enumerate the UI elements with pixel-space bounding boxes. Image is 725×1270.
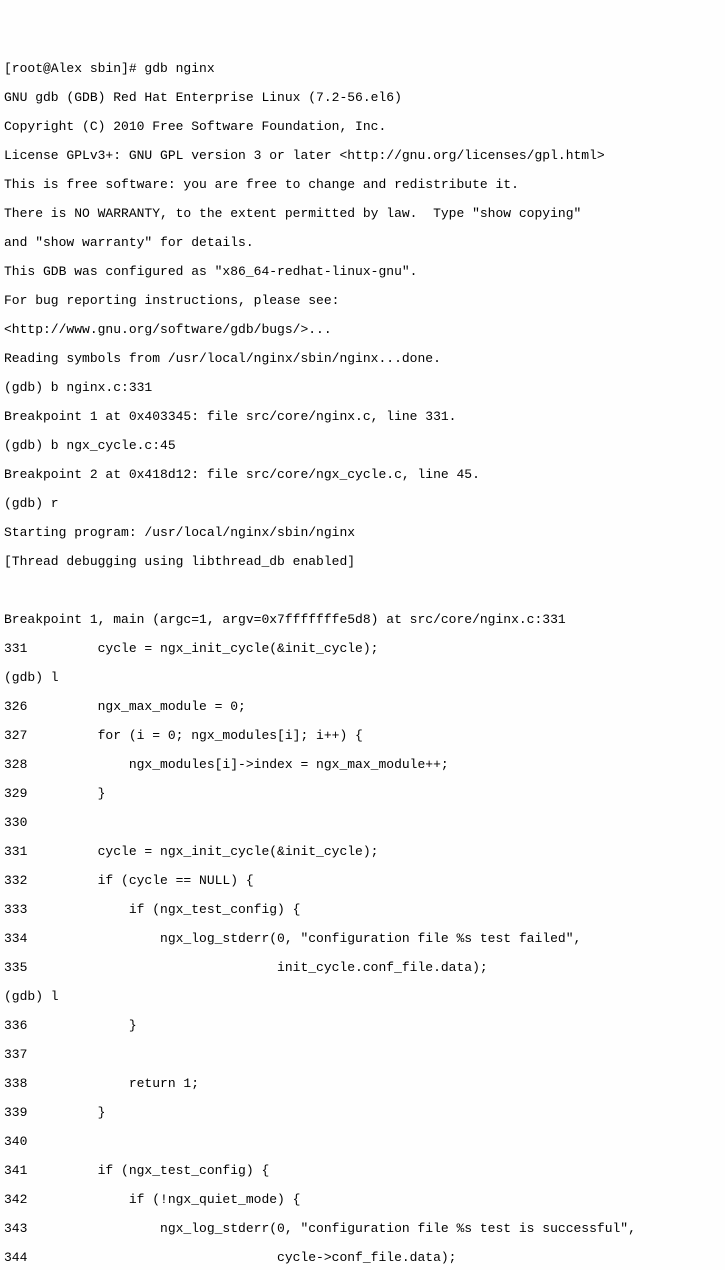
gdb-session-line: 332 if (cycle == NULL) { — [4, 873, 254, 888]
gdb-session-line: (gdb) b nginx.c:331 — [4, 380, 152, 395]
gdb-session-line: Starting program: /usr/local/nginx/sbin/… — [4, 525, 355, 540]
gdb-session-line: Breakpoint 1, main (argc=1, argv=0x7ffff… — [4, 612, 566, 627]
gdb-session-line: 330 — [4, 815, 27, 830]
gdb-session-line: (gdb) l — [4, 989, 59, 1004]
gdb-banner-line: This GDB was configured as "x86_64-redha… — [4, 264, 417, 279]
gdb-banner-line: For bug reporting instructions, please s… — [4, 293, 339, 308]
gdb-banner-line: License GPLv3+: GNU GPL version 3 or lat… — [4, 148, 605, 163]
gdb-banner-line: and "show warranty" for details. — [4, 235, 254, 250]
gdb-session-line: 326 ngx_max_module = 0; — [4, 699, 246, 714]
gdb-banner-line: <http://www.gnu.org/software/gdb/bugs/>.… — [4, 322, 332, 337]
gdb-session-line: 341 if (ngx_test_config) { — [4, 1163, 269, 1178]
gdb-session-line: (gdb) b ngx_cycle.c:45 — [4, 438, 176, 453]
gdb-session-line: Breakpoint 2 at 0x418d12: file src/core/… — [4, 467, 480, 482]
gdb-session-line: (gdb) l — [4, 670, 59, 685]
gdb-session-line: 331 cycle = ngx_init_cycle(&init_cycle); — [4, 844, 378, 859]
gdb-session-line: (gdb) r — [4, 496, 59, 511]
gdb-session-line: 327 for (i = 0; ngx_modules[i]; i++) { — [4, 728, 363, 743]
gdb-session-line: 343 ngx_log_stderr(0, "configuration fil… — [4, 1221, 636, 1236]
gdb-session-line: [Thread debugging using libthread_db ena… — [4, 554, 355, 569]
gdb-session-line: 336 } — [4, 1018, 137, 1033]
gdb-session-line: 328 ngx_modules[i]->index = ngx_max_modu… — [4, 757, 449, 772]
gdb-banner-line: GNU gdb (GDB) Red Hat Enterprise Linux (… — [4, 90, 402, 105]
gdb-session-line: 342 if (!ngx_quiet_mode) { — [4, 1192, 300, 1207]
gdb-session-line: 344 cycle->conf_file.data); — [4, 1250, 456, 1265]
gdb-session-line: 338 return 1; — [4, 1076, 199, 1091]
gdb-banner-line: There is NO WARRANTY, to the extent perm… — [4, 206, 581, 221]
gdb-session-line: Breakpoint 1 at 0x403345: file src/core/… — [4, 409, 456, 424]
gdb-session-line: 337 — [4, 1047, 27, 1062]
gdb-session-line: 333 if (ngx_test_config) { — [4, 902, 300, 917]
gdb-session-line: 329 } — [4, 786, 105, 801]
gdb-session-line: 340 — [4, 1134, 27, 1149]
gdb-banner-line: Reading symbols from /usr/local/nginx/sb… — [4, 351, 441, 366]
gdb-session-line: 331 cycle = ngx_init_cycle(&init_cycle); — [4, 641, 378, 656]
shell-prompt-line: [root@Alex sbin]# gdb nginx — [4, 61, 215, 76]
gdb-session-line: 335 init_cycle.conf_file.data); — [4, 960, 488, 975]
gdb-banner-line: Copyright (C) 2010 Free Software Foundat… — [4, 119, 386, 134]
gdb-session-line: 339 } — [4, 1105, 105, 1120]
gdb-session-line: 334 ngx_log_stderr(0, "configuration fil… — [4, 931, 581, 946]
gdb-banner-line: This is free software: you are free to c… — [4, 177, 519, 192]
